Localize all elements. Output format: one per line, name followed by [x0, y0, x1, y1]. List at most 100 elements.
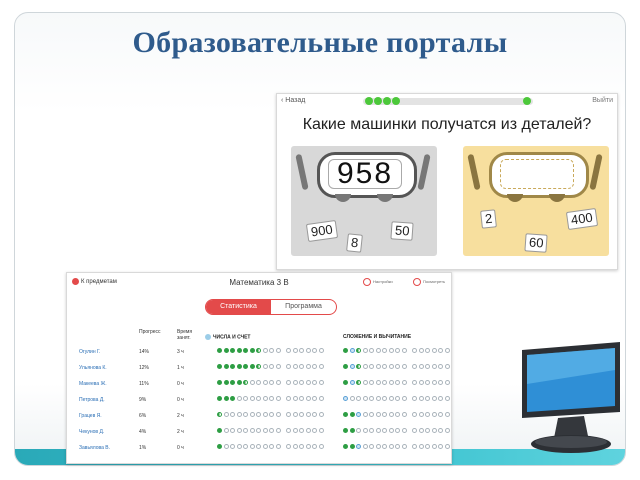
- skill-dot[interactable]: [382, 364, 387, 369]
- skill-dot[interactable]: [223, 364, 229, 369]
- skill-dot[interactable]: [292, 428, 298, 433]
- skill-dot[interactable]: [362, 428, 368, 433]
- settings-action[interactable]: Настройки: [363, 278, 393, 286]
- skill-dot[interactable]: [444, 412, 450, 417]
- skill-dot[interactable]: [318, 364, 324, 369]
- skill-dot[interactable]: [312, 412, 317, 417]
- student-name[interactable]: Петрова Д.: [79, 397, 105, 403]
- skill-dot[interactable]: [362, 396, 368, 401]
- skill-dot[interactable]: [438, 412, 443, 417]
- skill-dot[interactable]: [262, 348, 268, 353]
- skill-dot[interactable]: [369, 380, 374, 385]
- skill-dot[interactable]: [286, 380, 291, 385]
- skill-dot[interactable]: [262, 380, 268, 385]
- skill-dot[interactable]: [305, 364, 311, 369]
- skill-dot[interactable]: [230, 364, 235, 369]
- skill-dot[interactable]: [362, 364, 368, 369]
- skill-dot[interactable]: [236, 380, 242, 385]
- skill-dot[interactable]: [375, 412, 381, 417]
- skill-dot[interactable]: [356, 364, 361, 369]
- skill-dot[interactable]: [349, 348, 355, 353]
- skill-dot[interactable]: [369, 428, 374, 433]
- skill-dot[interactable]: [395, 396, 400, 401]
- skill-dot[interactable]: [418, 364, 424, 369]
- skill-dot[interactable]: [375, 380, 381, 385]
- skill-dot[interactable]: [362, 412, 368, 417]
- skill-dot[interactable]: [369, 444, 374, 449]
- skill-dot[interactable]: [292, 396, 298, 401]
- skill-dot[interactable]: [401, 412, 407, 417]
- skill-dot[interactable]: [349, 364, 355, 369]
- skill-dot[interactable]: [305, 412, 311, 417]
- skill-dot[interactable]: [230, 380, 235, 385]
- skill-dot[interactable]: [382, 396, 387, 401]
- tab-statistics[interactable]: Статистика: [206, 300, 271, 314]
- skill-dot[interactable]: [236, 364, 242, 369]
- skill-dot[interactable]: [243, 364, 248, 369]
- skill-dot[interactable]: [249, 396, 255, 401]
- number-part[interactable]: 2: [480, 209, 498, 229]
- skill-dot[interactable]: [382, 380, 387, 385]
- skill-dot[interactable]: [431, 364, 437, 369]
- skill-dot[interactable]: [256, 412, 261, 417]
- skill-dot[interactable]: [382, 428, 387, 433]
- student-name[interactable]: Ульянова К.: [79, 365, 107, 371]
- skill-dot[interactable]: [412, 364, 417, 369]
- skill-dot[interactable]: [299, 396, 304, 401]
- number-part[interactable]: 60: [524, 233, 549, 253]
- skill-dot[interactable]: [356, 428, 361, 433]
- skill-dot[interactable]: [305, 396, 311, 401]
- skill-dot[interactable]: [217, 428, 222, 433]
- skill-dot[interactable]: [256, 428, 261, 433]
- skill-dot[interactable]: [269, 364, 274, 369]
- skill-dot[interactable]: [318, 396, 324, 401]
- skill-dot[interactable]: [230, 444, 235, 449]
- skill-dot[interactable]: [299, 444, 304, 449]
- skill-dot[interactable]: [431, 412, 437, 417]
- exit-button[interactable]: Выйти: [592, 97, 613, 104]
- skill-dot[interactable]: [438, 364, 443, 369]
- skill-dot[interactable]: [388, 364, 394, 369]
- skill-dot[interactable]: [312, 364, 317, 369]
- skill-dot[interactable]: [275, 412, 281, 417]
- skill-dot[interactable]: [388, 348, 394, 353]
- skill-dot[interactable]: [438, 396, 443, 401]
- skill-dot[interactable]: [262, 412, 268, 417]
- skill-dot[interactable]: [395, 380, 400, 385]
- skill-dot[interactable]: [343, 412, 348, 417]
- skill-dot[interactable]: [382, 444, 387, 449]
- skill-dot[interactable]: [395, 364, 400, 369]
- skill-dot[interactable]: [349, 412, 355, 417]
- view-action[interactable]: Посмотреть: [413, 278, 445, 286]
- skill-dot[interactable]: [318, 412, 324, 417]
- skill-dot[interactable]: [312, 396, 317, 401]
- skill-dot[interactable]: [349, 396, 355, 401]
- student-name[interactable]: Чекунов Д.: [79, 429, 104, 435]
- skill-dot[interactable]: [292, 380, 298, 385]
- skill-dot[interactable]: [305, 380, 311, 385]
- skill-dot[interactable]: [262, 428, 268, 433]
- skill-dot[interactable]: [223, 412, 229, 417]
- skill-dot[interactable]: [375, 444, 381, 449]
- skill-dot[interactable]: [395, 428, 400, 433]
- skill-dot[interactable]: [431, 444, 437, 449]
- skill-dot[interactable]: [388, 396, 394, 401]
- skill-dot[interactable]: [299, 348, 304, 353]
- skill-dot[interactable]: [425, 348, 430, 353]
- skill-dot[interactable]: [343, 428, 348, 433]
- skill-dot[interactable]: [362, 444, 368, 449]
- skill-dot[interactable]: [217, 348, 222, 353]
- skill-dot[interactable]: [418, 444, 424, 449]
- skill-dot[interactable]: [299, 364, 304, 369]
- skill-dot[interactable]: [249, 428, 255, 433]
- skill-dot[interactable]: [269, 428, 274, 433]
- skill-dot[interactable]: [382, 348, 387, 353]
- skill-dot[interactable]: [444, 348, 450, 353]
- skill-dot[interactable]: [343, 396, 348, 401]
- skill-dot[interactable]: [369, 396, 374, 401]
- skill-dot[interactable]: [269, 412, 274, 417]
- skill-dot[interactable]: [286, 348, 291, 353]
- skill-dot[interactable]: [275, 364, 281, 369]
- skill-dot[interactable]: [249, 348, 255, 353]
- skill-dot[interactable]: [305, 428, 311, 433]
